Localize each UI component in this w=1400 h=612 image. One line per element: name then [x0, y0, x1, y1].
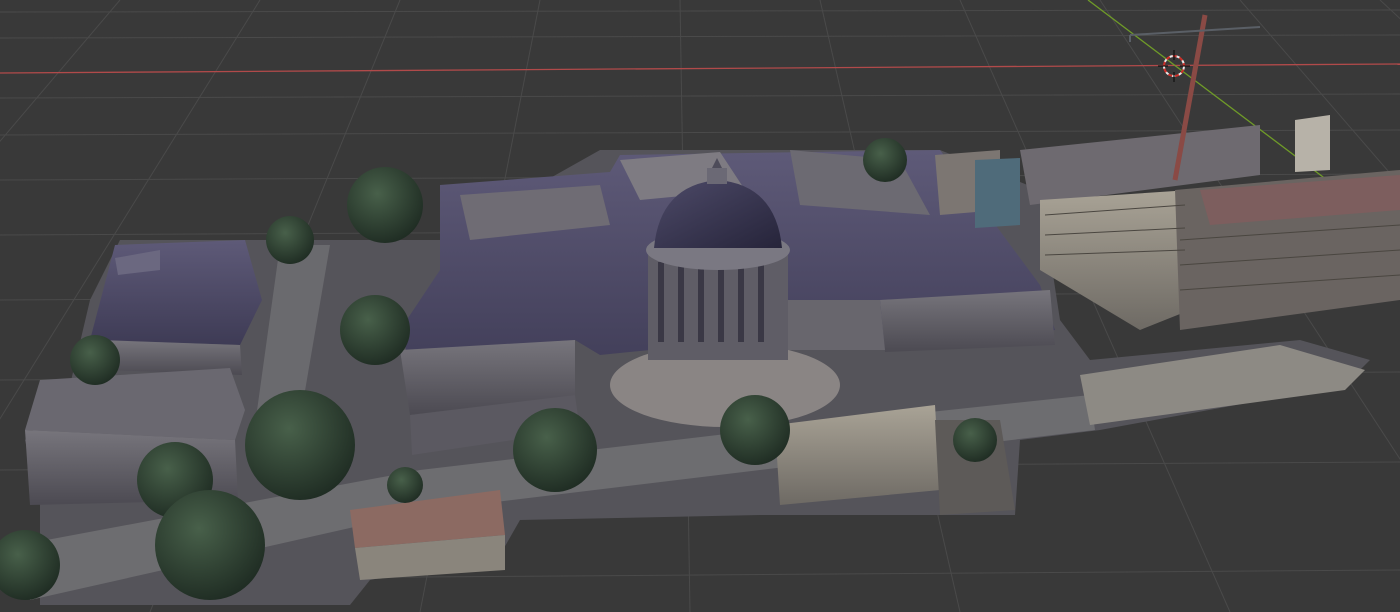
photogrammetry-mesh[interactable]: [0, 14, 1400, 605]
viewport-canvas[interactable]: [0, 0, 1400, 612]
3d-viewport[interactable]: [0, 0, 1400, 612]
x-axis-line: [0, 63, 1400, 74]
